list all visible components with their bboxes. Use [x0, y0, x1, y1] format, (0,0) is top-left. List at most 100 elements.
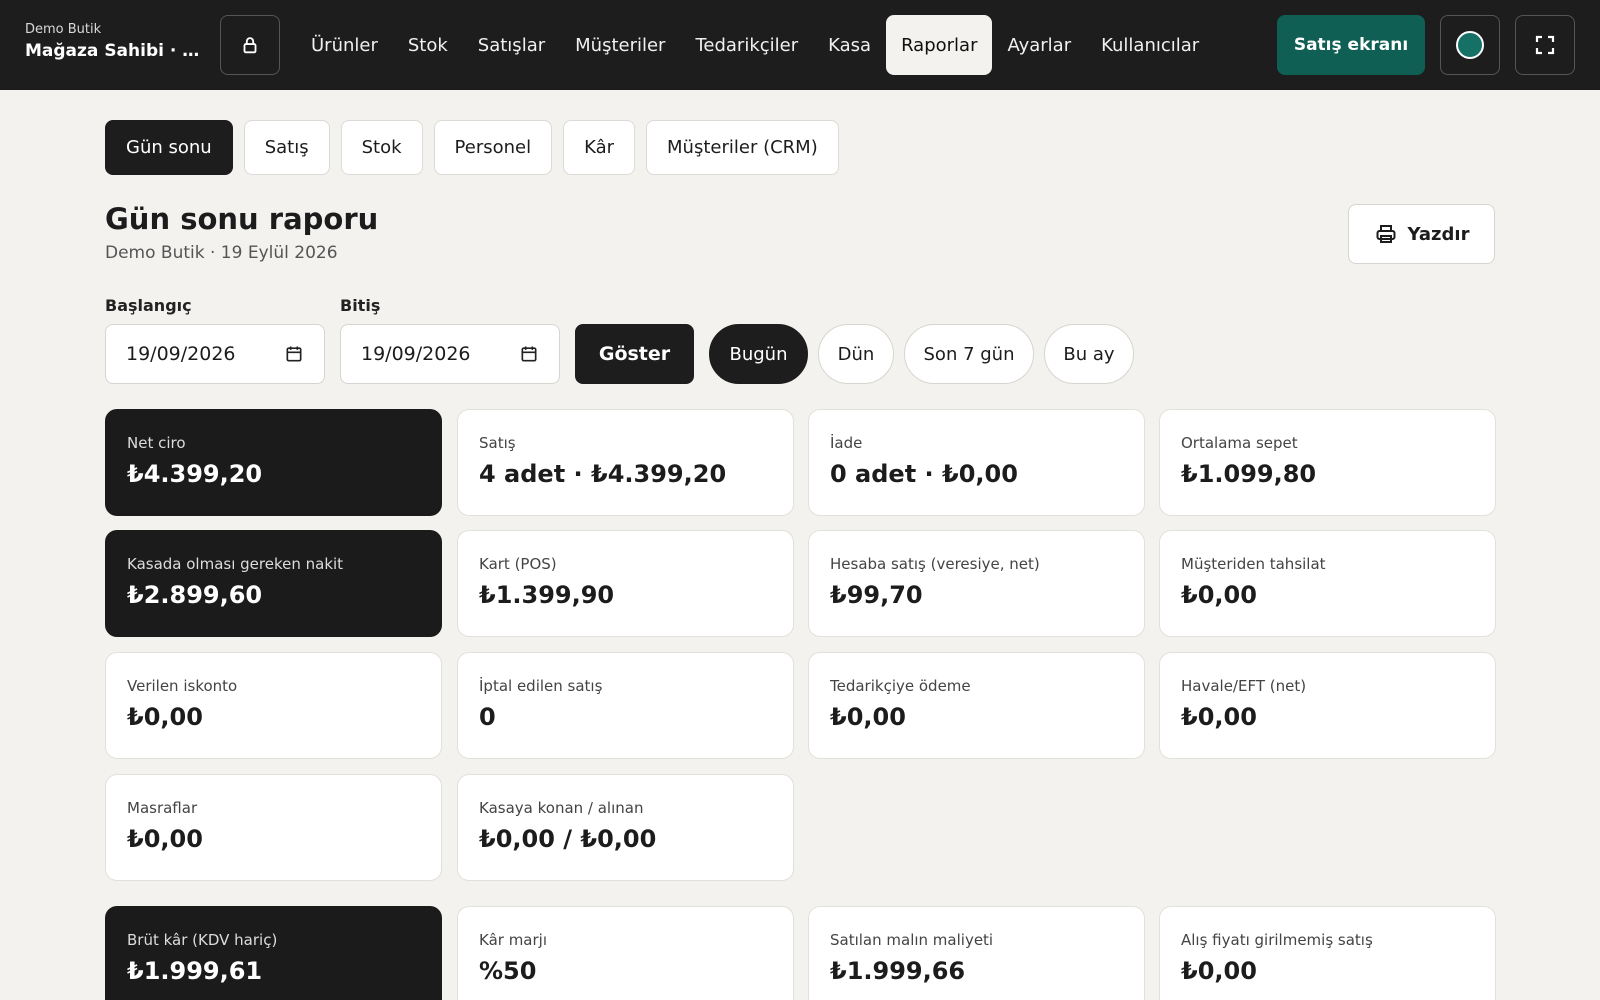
tab-stok[interactable]: Stok: [340, 120, 423, 175]
stat-card-kar-marji: Kâr marjı %50: [457, 906, 794, 1000]
tab-satis[interactable]: Satış: [243, 120, 330, 175]
stat-card-masraflar: Masraflar ₺0,00: [105, 774, 442, 881]
stat-card-iptal-satis: İptal edilen satış 0: [457, 652, 794, 759]
stat-value: 0 adet · ₺0,00: [830, 460, 1018, 488]
show-button[interactable]: Göster: [575, 324, 694, 384]
nav-item-satislar[interactable]: Satışlar: [463, 15, 560, 75]
nav-item-stok[interactable]: Stok: [393, 15, 463, 75]
lock-icon: [243, 37, 257, 54]
stat-card-satis: Satış 4 adet · ₺4.399,20: [457, 409, 794, 516]
tab-gun-sonu[interactable]: Gün sonu: [105, 120, 233, 175]
stat-label: Alış fiyatı girilmemiş satış: [1181, 931, 1373, 949]
stat-value: %50: [479, 957, 537, 985]
stat-card-hesaba-satis: Hesaba satış (veresiye, net) ₺99,70: [808, 530, 1145, 637]
stat-label: Hesaba satış (veresiye, net): [830, 555, 1040, 573]
stat-card-kasa-nakit: Kasada olması gereken nakit ₺2.899,60: [105, 530, 442, 637]
user-label[interactable]: Mağaza Sahibi · S...: [25, 41, 200, 61]
stat-value: ₺0,00: [1181, 581, 1257, 609]
theme-dot-icon: [1456, 31, 1484, 59]
range-yesterday[interactable]: Dün: [818, 324, 894, 384]
pos-screen-button[interactable]: Satış ekranı: [1277, 15, 1425, 75]
stat-value: ₺1.399,90: [479, 581, 615, 609]
stat-card-net-ciro: Net ciro ₺4.399,20: [105, 409, 442, 516]
page-subtitle: Demo Butik · 19 Eylül 2026: [105, 243, 338, 263]
brand-block: Demo Butik Mağaza Sahibi · S...: [25, 22, 205, 61]
nav-item-tedarikciler[interactable]: Tedarikçiler: [680, 15, 813, 75]
stat-value: 4 adet · ₺4.399,20: [479, 460, 727, 488]
stat-value: ₺1.099,80: [1181, 460, 1317, 488]
page-title: Gün sonu raporu: [105, 202, 379, 236]
stat-label: Kasada olması gereken nakit: [127, 555, 344, 573]
stat-label: Masraflar: [127, 799, 198, 817]
stat-label: Tedarikçiye ödeme: [830, 677, 971, 695]
stat-label: Kâr marjı: [479, 931, 548, 949]
stat-card-musteri-tahsilat: Müşteriden tahsilat ₺0,00: [1159, 530, 1496, 637]
stat-card-iade: İade 0 adet · ₺0,00: [808, 409, 1145, 516]
fullscreen-button[interactable]: [1515, 15, 1575, 75]
stat-label: Net ciro: [127, 434, 186, 452]
nav-item-kullanicilar[interactable]: Kullanıcılar: [1086, 15, 1214, 75]
range-last-7-days[interactable]: Son 7 gün: [904, 324, 1034, 384]
theme-button[interactable]: [1440, 15, 1500, 75]
stat-value: ₺4.399,20: [127, 460, 263, 488]
print-button-label: Yazdır: [1407, 223, 1470, 245]
stat-card-alis-fiyati-yok: Alış fiyatı girilmemiş satış ₺0,00: [1159, 906, 1496, 1000]
stat-card-iskonto: Verilen iskonto ₺0,00: [105, 652, 442, 759]
stat-value: ₺0,00: [127, 703, 203, 731]
range-today[interactable]: Bugün: [709, 324, 808, 384]
stat-card-kart-pos: Kart (POS) ₺1.399,90: [457, 530, 794, 637]
stat-value: ₺0,00: [830, 703, 906, 731]
stat-label: Kasaya konan / alınan: [479, 799, 644, 817]
range-this-month[interactable]: Bu ay: [1044, 324, 1134, 384]
tab-musteriler-crm[interactable]: Müşteriler (CRM): [646, 120, 839, 175]
end-date-input[interactable]: 19/09/2026: [340, 324, 560, 384]
calendar-icon: [286, 346, 302, 362]
print-button[interactable]: Yazdır: [1348, 204, 1495, 264]
stat-value: 0: [479, 703, 496, 731]
stat-label: Müşteriden tahsilat: [1181, 555, 1326, 573]
start-date-value: 19/09/2026: [126, 343, 236, 365]
tab-kar[interactable]: Kâr: [563, 120, 636, 175]
nav-item-ayarlar[interactable]: Ayarlar: [992, 15, 1086, 75]
lock-button[interactable]: [220, 15, 280, 75]
stat-card-satilan-maliyet: Satılan malın maliyeti ₺1.999,66: [808, 906, 1145, 1000]
stat-label: İptal edilen satış: [479, 677, 603, 695]
stat-label: Satılan malın maliyeti: [830, 931, 994, 949]
start-date-input[interactable]: 19/09/2026: [105, 324, 325, 384]
nav-item-raporlar[interactable]: Raporlar: [886, 15, 993, 75]
report-tabs: Gün sonu Satış Stok Personel Kâr Müşteri…: [105, 120, 839, 175]
stat-card-kasaya-konan: Kasaya konan / alınan ₺0,00 / ₺0,00: [457, 774, 794, 881]
stat-value: ₺0,00: [127, 825, 203, 853]
stat-card-tedarikci-odeme: Tedarikçiye ödeme ₺0,00: [808, 652, 1145, 759]
stat-label: Satış: [479, 434, 516, 452]
stat-value: ₺1.999,61: [127, 957, 263, 985]
stat-label: Havale/EFT (net): [1181, 677, 1307, 695]
start-date-label: Başlangıç: [105, 296, 192, 315]
stat-label: Ortalama sepet: [1181, 434, 1298, 452]
stat-label: Brüt kâr (KDV hariç): [127, 931, 278, 949]
store-name: Demo Butik: [25, 22, 102, 37]
printer-icon: [1376, 225, 1396, 243]
end-date-value: 19/09/2026: [361, 343, 471, 365]
stat-card-brut-kar: Brüt kâr (KDV hariç) ₺1.999,61: [105, 906, 442, 1000]
nav-item-musteriler[interactable]: Müşteriler: [560, 15, 680, 75]
stat-label: Verilen iskonto: [127, 677, 238, 695]
main-nav: Ürünler Stok Satışlar Müşteriler Tedarik…: [296, 15, 1214, 75]
stat-value: ₺0,00: [1181, 703, 1257, 731]
nav-item-urunler[interactable]: Ürünler: [296, 15, 393, 75]
top-bar: Demo Butik Mağaza Sahibi · S... Ürünler …: [0, 0, 1600, 90]
stat-value: ₺1.999,66: [830, 957, 966, 985]
stat-label: Kart (POS): [479, 555, 557, 573]
tab-personel[interactable]: Personel: [433, 120, 553, 175]
fullscreen-icon: [1535, 35, 1555, 55]
end-date-label: Bitiş: [340, 296, 381, 315]
stat-value: ₺2.899,60: [127, 581, 263, 609]
calendar-icon: [521, 346, 537, 362]
stat-card-ortalama-sepet: Ortalama sepet ₺1.099,80: [1159, 409, 1496, 516]
stat-card-havale-eft: Havale/EFT (net) ₺0,00: [1159, 652, 1496, 759]
stat-label: İade: [830, 434, 863, 452]
stat-value: ₺99,70: [830, 581, 923, 609]
nav-item-kasa[interactable]: Kasa: [813, 15, 886, 75]
stat-value: ₺0,00 / ₺0,00: [479, 825, 657, 853]
stat-value: ₺0,00: [1181, 957, 1257, 985]
